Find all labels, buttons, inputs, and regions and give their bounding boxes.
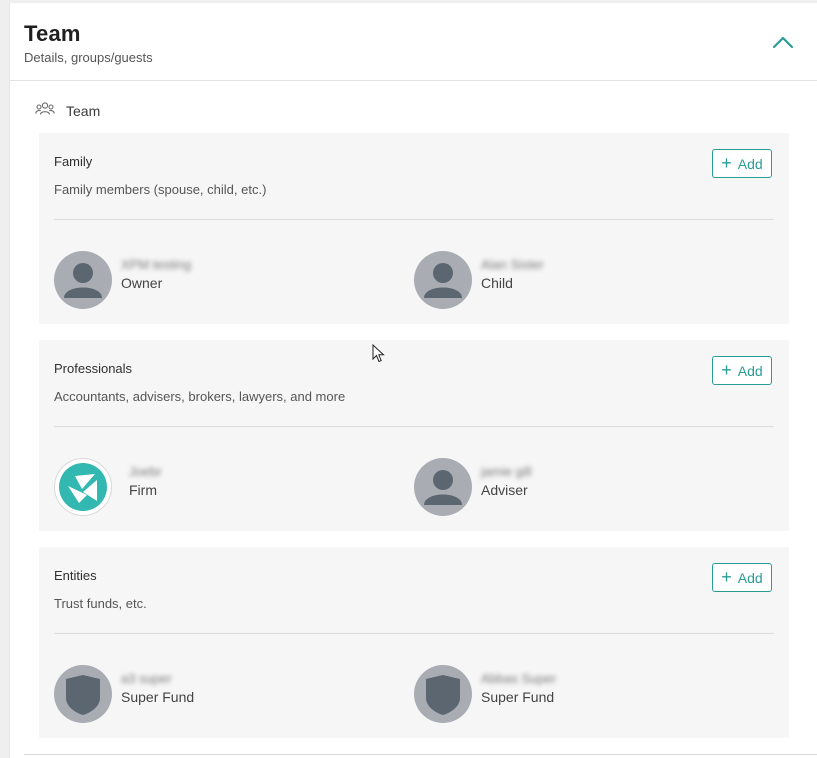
card-description: Accountants, advisers, brokers, lawyers,… <box>54 389 346 404</box>
person-avatar-icon <box>414 458 472 516</box>
plus-icon: + <box>721 359 732 380</box>
member-role: Child <box>481 275 513 291</box>
person-avatar-icon <box>414 251 472 309</box>
card-title: Professionals <box>54 361 133 376</box>
entities-card: Entities Trust funds, etc. + Add a3 supe… <box>39 547 789 738</box>
member-role: Owner <box>121 275 163 291</box>
divider <box>54 219 774 220</box>
team-panel: Team Details, groups/guests Team Family … <box>9 3 817 758</box>
divider <box>54 426 774 427</box>
member-name: Abbas Super <box>481 671 557 686</box>
divider <box>24 754 817 755</box>
member-name: XPM testing <box>121 257 192 272</box>
card-title: Family <box>54 154 93 169</box>
shield-avatar-icon <box>414 665 472 723</box>
shield-avatar-icon <box>54 665 112 723</box>
card-description: Trust funds, etc. <box>54 596 147 611</box>
professionals-card: Professionals Accountants, advisers, bro… <box>39 340 789 531</box>
add-button-label: Add <box>737 569 763 586</box>
divider <box>54 633 774 634</box>
chevron-up-icon[interactable] <box>770 29 796 55</box>
member-name: jamie gill <box>481 464 532 479</box>
panel-subtitle: Details, groups/guests <box>24 50 153 65</box>
panel-title: Team <box>24 21 81 46</box>
plus-icon: + <box>721 152 732 173</box>
member-name: Alan Sister <box>481 257 544 272</box>
card-description: Family members (spouse, child, etc.) <box>54 182 267 197</box>
add-entity-button[interactable]: + Add <box>712 563 772 592</box>
member-item[interactable]: XPM testing Owner <box>54 250 191 310</box>
add-button-label: Add <box>737 155 763 172</box>
member-role: Adviser <box>481 482 528 498</box>
member-role: Firm <box>129 482 157 498</box>
member-item[interactable]: a3 super Super Fund <box>54 664 194 724</box>
mouse-cursor-icon <box>372 344 385 363</box>
member-role: Super Fund <box>121 689 195 705</box>
member-item[interactable]: Joebr Firm <box>54 457 162 517</box>
member-name: a3 super <box>121 671 172 686</box>
firm-logo-icon <box>54 458 112 516</box>
member-name: Joebr <box>129 464 162 479</box>
team-heading: Team <box>35 101 100 121</box>
panel-header[interactable]: Team Details, groups/guests <box>10 3 817 81</box>
add-family-button[interactable]: + Add <box>712 149 772 178</box>
card-title: Entities <box>54 568 97 583</box>
plus-icon: + <box>721 566 732 587</box>
team-heading-label: Team <box>66 103 101 119</box>
family-card: Family Family members (spouse, child, et… <box>39 133 789 324</box>
member-role: Super Fund <box>481 689 555 705</box>
person-avatar-icon <box>54 251 112 309</box>
member-item[interactable]: Abbas Super Super Fund <box>414 664 556 724</box>
member-item[interactable]: jamie gill Adviser <box>414 457 532 517</box>
add-button-label: Add <box>737 362 763 379</box>
member-item[interactable]: Alan Sister Child <box>414 250 544 310</box>
add-professional-button[interactable]: + Add <box>712 356 772 385</box>
people-icon <box>35 101 55 122</box>
